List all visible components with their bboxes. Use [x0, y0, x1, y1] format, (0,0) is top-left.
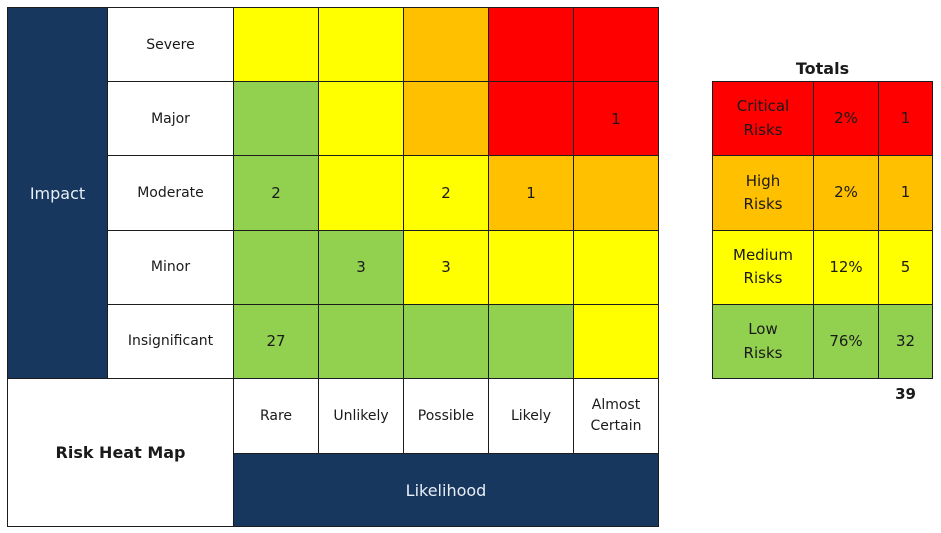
likelihood-level-label-text: Rare	[259, 407, 293, 424]
grand-total: 39	[895, 385, 916, 403]
heatmap-cell	[488, 303, 574, 379]
heatmap-cell-text: 2	[441, 183, 451, 202]
heatmap-cell	[403, 7, 489, 83]
heatmap-cell	[573, 155, 659, 231]
likelihood-axis-label: Likelihood	[233, 453, 659, 527]
totals-row-percent-text: 12%	[829, 257, 863, 276]
totals-row-count: 1	[878, 81, 933, 157]
impact-level-label-text: Moderate	[137, 184, 204, 201]
heatmap-cell	[318, 81, 404, 157]
impact-level-label-text: Insignificant	[127, 333, 214, 350]
totals-row-count-text: 32	[895, 331, 916, 350]
totals-row-label-text: Medium Risks	[733, 245, 793, 288]
heatmap-cell	[233, 81, 319, 157]
heatmap-cell-text: 3	[441, 258, 451, 277]
likelihood-level-label-text: Possible	[417, 407, 475, 424]
heatmap-cell: 2	[233, 155, 319, 231]
totals-row-percent: 12%	[813, 229, 879, 305]
heatmap-cell: 27	[233, 303, 319, 379]
heatmap-cell-text: 1	[526, 183, 536, 202]
heatmap-cell: 1	[573, 81, 659, 157]
heatmap-cell	[403, 81, 489, 157]
heatmap-cell-text: 3	[356, 258, 366, 277]
heatmap-cell: 2	[403, 155, 489, 231]
likelihood-level-label-text: Almost Certain	[590, 397, 642, 434]
totals-row-count-text: 5	[900, 257, 911, 276]
totals-row-percent: 76%	[813, 303, 879, 380]
totals-row-label: Low Risks	[712, 303, 814, 380]
impact-level-label: Severe	[107, 7, 234, 83]
heatmap-cell	[318, 155, 404, 231]
impact-level-label-text: Severe	[146, 36, 195, 53]
impact-level-label-text: Major	[151, 110, 190, 127]
impact-label: Impact	[29, 183, 86, 203]
totals-row-count-text: 1	[900, 109, 911, 128]
likelihood-level-label: Unlikely	[318, 378, 404, 454]
likelihood-label: Likelihood	[405, 480, 487, 500]
heatmap-title: Risk Heat Map	[7, 378, 234, 527]
likelihood-level-label-text: Likely	[510, 407, 552, 424]
heatmap-cell: 3	[318, 229, 404, 305]
totals-row-label-text: Low Risks	[743, 320, 783, 362]
totals-row-label: Critical Risks	[712, 81, 814, 157]
totals-row-count: 5	[878, 229, 933, 305]
heatmap-cell	[318, 7, 404, 83]
heatmap-cell	[318, 303, 404, 379]
totals-row-percent-text: 2%	[834, 109, 858, 128]
heatmap-cell	[573, 303, 659, 379]
heatmap-cell	[233, 229, 319, 305]
impact-level-label-text: Minor	[150, 259, 191, 276]
heatmap-cell	[403, 303, 489, 379]
totals-row-count: 1	[878, 155, 933, 231]
likelihood-level-label-text: Unlikely	[333, 407, 389, 424]
heatmap-cell	[488, 81, 574, 157]
heatmap-cell-text: 27	[266, 332, 286, 351]
totals-row-percent: 2%	[813, 155, 879, 231]
heatmap-cell	[488, 229, 574, 305]
likelihood-level-label: Likely	[488, 378, 574, 454]
totals-row-count-text: 1	[900, 183, 911, 202]
totals-row-label: High Risks	[712, 155, 814, 231]
totals-row-count: 32	[878, 303, 933, 380]
heatmap-cell-text: 1	[611, 109, 621, 128]
heatmap-cell	[573, 7, 659, 83]
heatmap-cell: 1	[488, 155, 574, 231]
heatmap-cell: 3	[403, 229, 489, 305]
totals-row-label-text: Critical Risks	[736, 97, 790, 139]
heatmap-cell	[488, 7, 574, 83]
totals-row-label: Medium Risks	[712, 229, 814, 305]
impact-level-label: Insignificant	[107, 303, 234, 379]
likelihood-level-label: Almost Certain	[573, 378, 659, 454]
likelihood-level-label: Possible	[403, 378, 489, 454]
impact-axis-label: Impact	[7, 7, 108, 379]
impact-level-label: Major	[107, 81, 234, 157]
impact-level-label: Minor	[107, 229, 234, 305]
heatmap-cell	[233, 7, 319, 83]
totals-row-label-text: High Risks	[743, 171, 783, 213]
heatmap-cell	[573, 229, 659, 305]
likelihood-level-label: Rare	[233, 378, 319, 454]
totals-row-percent-text: 76%	[829, 331, 863, 350]
totals-row-percent-text: 2%	[834, 183, 858, 202]
impact-level-label: Moderate	[107, 155, 234, 231]
totals-row-percent: 2%	[813, 81, 879, 157]
heatmap-cell-text: 2	[271, 183, 281, 202]
totals-title: Totals	[795, 58, 850, 78]
